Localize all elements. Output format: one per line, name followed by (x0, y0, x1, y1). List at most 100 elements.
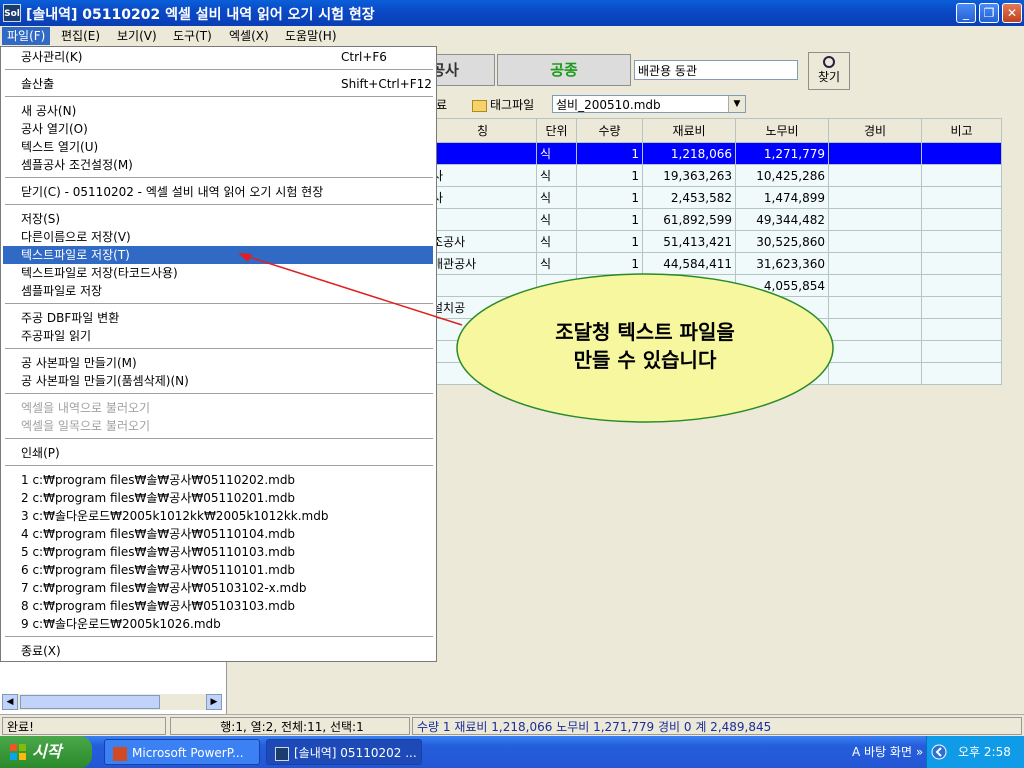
menu-item-recent-file[interactable]: 6 c:₩program files₩솔₩공사₩05110101.mdb (3, 561, 433, 579)
menu-item-open-text[interactable]: 텍스트 열기(U) (3, 138, 433, 156)
table-cell[interactable] (921, 230, 1002, 253)
table-cell[interactable] (828, 186, 922, 209)
col-header-note[interactable]: 비고 (921, 118, 1002, 143)
task-powerpoint[interactable]: Microsoft PowerP... (104, 739, 260, 765)
task-sol-app[interactable]: [솔내역] 05110202 ... (266, 739, 422, 765)
table-cell[interactable] (828, 274, 922, 297)
table-cell[interactable]: 1 (576, 186, 643, 209)
menu-item-recent-file[interactable]: 3 c:₩솔다운로드₩2005k1012kk₩2005k1012kk.mdb (3, 507, 433, 525)
col-header-expense[interactable]: 경비 (828, 118, 922, 143)
table-cell[interactable] (921, 142, 1002, 165)
menu-edit[interactable]: 편집(E) (56, 27, 105, 45)
chevron-down-icon[interactable]: ▼ (728, 96, 745, 112)
menu-item-open-project[interactable]: 공사 열기(O) (3, 120, 433, 138)
table-cell[interactable] (828, 230, 922, 253)
menu-excel[interactable]: 엑셀(X) (224, 27, 274, 45)
menu-item-save-as[interactable]: 다른이름으로 저장(V) (3, 228, 433, 246)
menu-item-new-project[interactable]: 새 공사(N) (3, 102, 433, 120)
table-cell[interactable] (828, 362, 922, 385)
menu-item-recent-file[interactable]: 1 c:₩program files₩솔₩공사₩05110202.mdb (3, 471, 433, 489)
menu-item-recent-file[interactable]: 7 c:₩program files₩솔₩공사₩05103102-x.mdb (3, 579, 433, 597)
item-name-input[interactable]: 배관용 동관 (634, 60, 798, 80)
scroll-right-icon[interactable]: ▶ (206, 694, 222, 710)
menu-item-save-text[interactable]: 텍스트파일로 저장(T) (3, 246, 433, 264)
col-header-labor[interactable]: 노무비 (735, 118, 829, 143)
minimize-button[interactable]: _ (956, 3, 976, 23)
table-cell[interactable] (828, 340, 922, 363)
table-row[interactable]: 식 1 61,892,599 49,344,482 (428, 208, 1002, 231)
close-button[interactable]: ✕ (1002, 3, 1022, 23)
tag-file-button[interactable]: 태그파일 (472, 96, 534, 114)
table-cell[interactable] (921, 296, 1002, 319)
scroll-left-icon[interactable]: ◀ (2, 694, 18, 710)
restore-button[interactable]: ❐ (979, 3, 999, 23)
app-icon[interactable]: Sol (3, 4, 21, 22)
menu-item-print[interactable]: 인쇄(P) (3, 444, 433, 462)
table-cell[interactable]: 61,892,599 (642, 208, 736, 231)
tab-work-type[interactable]: 공종 (497, 54, 631, 86)
table-cell[interactable] (921, 274, 1002, 297)
col-header-name[interactable]: 칭 (428, 118, 537, 143)
table-row[interactable]: 식 1 1,218,066 1,271,779 (428, 142, 1002, 165)
table-cell[interactable]: 1 (576, 208, 643, 231)
menu-file[interactable]: 파일(F) (2, 27, 51, 45)
db-file-select[interactable]: 설비_200510.mdb ▼ (552, 95, 746, 113)
tree-horizontal-scrollbar[interactable]: ◀ ▶ (2, 694, 222, 710)
table-cell[interactable]: 1,474,899 (735, 186, 829, 209)
menu-view[interactable]: 보기(V) (112, 27, 162, 45)
table-cell[interactable]: 식 (536, 186, 577, 209)
table-cell[interactable] (921, 252, 1002, 275)
table-cell[interactable]: 19,363,263 (642, 164, 736, 187)
table-cell[interactable] (828, 252, 922, 275)
menu-item-exit[interactable]: 종료(X) (3, 642, 433, 660)
menu-tools[interactable]: 도구(T) (168, 27, 217, 45)
table-cell[interactable] (921, 362, 1002, 385)
table-cell[interactable] (828, 296, 922, 319)
table-cell[interactable] (921, 208, 1002, 231)
table-cell[interactable] (428, 208, 537, 231)
table-cell[interactable]: 사 (428, 186, 537, 209)
menu-item-recent-file[interactable]: 9 c:₩솔다운로드₩2005k1026.mdb (3, 615, 433, 633)
col-header-material[interactable]: 재료비 (642, 118, 736, 143)
menu-item-convert-dbf[interactable]: 주공 DBF파일 변환 (3, 309, 433, 327)
table-row[interactable]: 사 식 1 19,363,263 10,425,286 (428, 164, 1002, 187)
menu-item-sol-calc[interactable]: 솔산출 Shift+Ctrl+F12 (3, 75, 433, 93)
table-cell[interactable]: 1,218,066 (642, 142, 736, 165)
table-cell[interactable] (428, 142, 537, 165)
table-cell[interactable]: 1 (576, 164, 643, 187)
col-header-quantity[interactable]: 수량 (576, 118, 643, 143)
menu-item-recent-file[interactable]: 8 c:₩program files₩솔₩공사₩05103103.mdb (3, 597, 433, 615)
menu-item-save[interactable]: 저장(S) (3, 210, 433, 228)
find-button[interactable]: 찾기 (808, 52, 850, 90)
clock[interactable]: 오후 2:58 (958, 736, 1011, 768)
table-cell[interactable]: 51,413,421 (642, 230, 736, 253)
table-cell[interactable]: 식 (536, 164, 577, 187)
menu-item-sample-settings[interactable]: 셈플공사 조건설정(M) (3, 156, 433, 174)
menu-item-recent-file[interactable]: 4 c:₩program files₩솔₩공사₩05110104.mdb (3, 525, 433, 543)
tray-expand-icon[interactable] (931, 744, 947, 760)
table-cell[interactable] (828, 208, 922, 231)
menu-item-save-sample[interactable]: 셈플파일로 저장 (3, 282, 433, 300)
table-cell[interactable] (921, 318, 1002, 341)
table-cell[interactable]: 식 (536, 142, 577, 165)
table-cell[interactable]: 사 (428, 164, 537, 187)
table-cell[interactable] (828, 142, 922, 165)
menu-item-make-copy[interactable]: 공 사본파일 만들기(M) (3, 354, 433, 372)
menu-item-read-jugong[interactable]: 주공파일 읽기 (3, 327, 433, 345)
table-cell[interactable] (828, 318, 922, 341)
table-cell[interactable]: 2,453,582 (642, 186, 736, 209)
table-cell[interactable]: 1,271,779 (735, 142, 829, 165)
table-cell[interactable]: 1 (576, 142, 643, 165)
menu-item-close[interactable]: 닫기(C) - 05110202 - 엑셀 설비 내역 읽어 오기 시험 현장 (3, 183, 433, 201)
scroll-thumb[interactable] (20, 695, 160, 709)
table-cell[interactable]: 49,344,482 (735, 208, 829, 231)
menu-item-recent-file[interactable]: 5 c:₩program files₩솔₩공사₩05110103.mdb (3, 543, 433, 561)
table-row[interactable]: 사 식 1 2,453,582 1,474,899 (428, 186, 1002, 209)
table-row[interactable]: 조공사 식 1 51,413,421 30,525,860 (428, 230, 1002, 253)
desktop-toolbar[interactable]: A 바탕 화면 » (852, 736, 923, 768)
table-cell[interactable]: 조공사 (428, 230, 537, 253)
table-cell[interactable] (828, 164, 922, 187)
start-button[interactable]: 시작 (0, 736, 92, 768)
table-cell[interactable]: 10,425,286 (735, 164, 829, 187)
table-cell[interactable]: 30,525,860 (735, 230, 829, 253)
